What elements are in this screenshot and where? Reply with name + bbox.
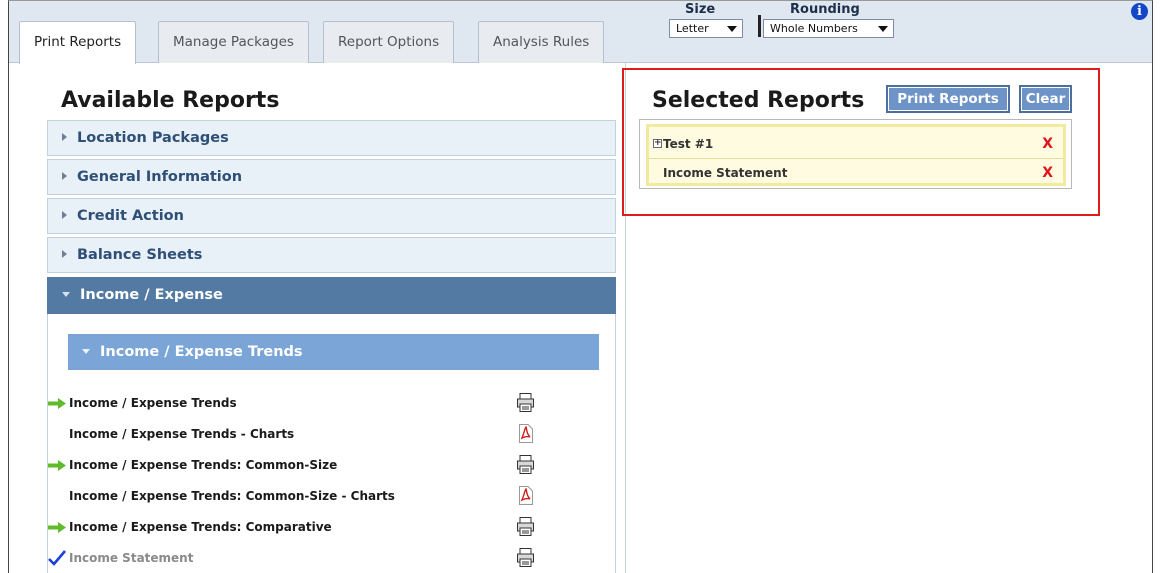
rounding-label: Rounding <box>790 2 860 17</box>
expand-arrow-icon <box>62 250 67 258</box>
report-row-income-statement[interactable]: Income Statement <box>47 547 567 569</box>
report-row-common-size-charts[interactable]: Income / Expense Trends: Common-Size - C… <box>47 485 567 507</box>
remove-button[interactable]: X <box>1042 159 1053 187</box>
selected-reports-group: + Test #1 X Income Statement X <box>646 124 1066 186</box>
size-select-value: Letter <box>676 22 709 35</box>
collapse-arrow-icon <box>82 349 90 354</box>
print-icon[interactable] <box>517 548 534 567</box>
remove-button[interactable]: X <box>1042 130 1053 158</box>
top-bar: Print Reports Manage Packages Report Opt… <box>9 1 1152 64</box>
green-arrow-icon <box>48 460 66 471</box>
rounding-select-value: Whole Numbers <box>770 22 858 35</box>
expand-arrow-icon <box>62 211 67 219</box>
app-frame: Print Reports Manage Packages Report Opt… <box>8 0 1153 573</box>
section-credit-action[interactable]: Credit Action <box>47 198 616 234</box>
collapse-arrow-icon <box>62 292 70 297</box>
selected-item-income-statement[interactable]: Income Statement X <box>649 158 1063 186</box>
size-select[interactable]: Letter <box>669 19 743 38</box>
report-label: Income / Expense Trends: Common-Size <box>69 458 338 472</box>
chevron-down-icon <box>727 26 737 32</box>
available-reports-pane: Available Reports Location Packages Gene… <box>9 63 626 573</box>
section-label: Location Packages <box>77 130 229 146</box>
section-label: Credit Action <box>77 208 184 224</box>
report-label: Income / Expense Trends: Comparative <box>69 520 332 534</box>
report-row-comparative[interactable]: Income / Expense Trends: Comparative <box>47 516 567 538</box>
print-icon[interactable] <box>517 455 534 474</box>
pdf-icon[interactable] <box>519 424 533 443</box>
section-balance-sheets[interactable]: Balance Sheets <box>47 237 616 273</box>
subsection-income-expense-trends[interactable]: Income / Expense Trends <box>68 334 599 370</box>
report-label: Income / Expense Trends: Common-Size - C… <box>69 489 395 503</box>
green-arrow-icon <box>48 398 66 409</box>
selected-item-label: Test #1 <box>663 137 714 151</box>
tab-print-reports[interactable]: Print Reports <box>19 21 137 64</box>
print-icon[interactable] <box>517 393 534 412</box>
selected-item-test-1[interactable]: + Test #1 X <box>649 130 1063 158</box>
section-label: Income / Expense <box>80 287 223 303</box>
expand-plus-icon[interactable]: + <box>653 139 662 148</box>
report-row-trends[interactable]: Income / Expense Trends <box>47 392 567 414</box>
section-location-packages[interactable]: Location Packages <box>47 120 616 156</box>
selected-item-label: Income Statement <box>663 166 788 180</box>
section-label: Balance Sheets <box>77 247 203 263</box>
section-general-information[interactable]: General Information <box>47 159 616 195</box>
info-icon[interactable]: i <box>1131 3 1148 20</box>
report-label: Income / Expense Trends - Charts <box>69 427 295 441</box>
section-income-expense[interactable]: Income / Expense <box>47 277 616 315</box>
expand-arrow-icon <box>62 133 67 141</box>
expand-arrow-icon <box>62 172 67 180</box>
pdf-icon[interactable] <box>519 486 533 505</box>
green-arrow-icon <box>48 522 66 533</box>
available-reports-title: Available Reports <box>61 88 280 113</box>
report-label: Income / Expense Trends <box>69 396 237 410</box>
tab-analysis-rules[interactable]: Analysis Rules <box>478 21 605 63</box>
selected-reports-list: + Test #1 X Income Statement X <box>639 119 1072 189</box>
checkmark-icon <box>48 550 66 566</box>
print-reports-button[interactable]: Print Reports <box>886 85 1010 113</box>
tab-manage-packages[interactable]: Manage Packages <box>158 21 309 63</box>
tab-report-options[interactable]: Report Options <box>323 21 455 63</box>
print-icon[interactable] <box>517 517 534 536</box>
report-row-common-size[interactable]: Income / Expense Trends: Common-Size <box>47 454 567 476</box>
size-label: Size <box>685 2 716 17</box>
section-label: General Information <box>77 169 243 185</box>
rounding-select[interactable]: Whole Numbers <box>763 19 894 38</box>
subsection-label: Income / Expense Trends <box>100 344 303 360</box>
report-row-trends-charts[interactable]: Income / Expense Trends - Charts <box>47 423 567 445</box>
selected-reports-title: Selected Reports <box>652 88 865 113</box>
chevron-down-icon <box>878 26 888 32</box>
report-label: Income Statement <box>69 551 194 565</box>
clear-button[interactable]: Clear <box>1019 85 1072 113</box>
options-divider <box>758 15 761 37</box>
